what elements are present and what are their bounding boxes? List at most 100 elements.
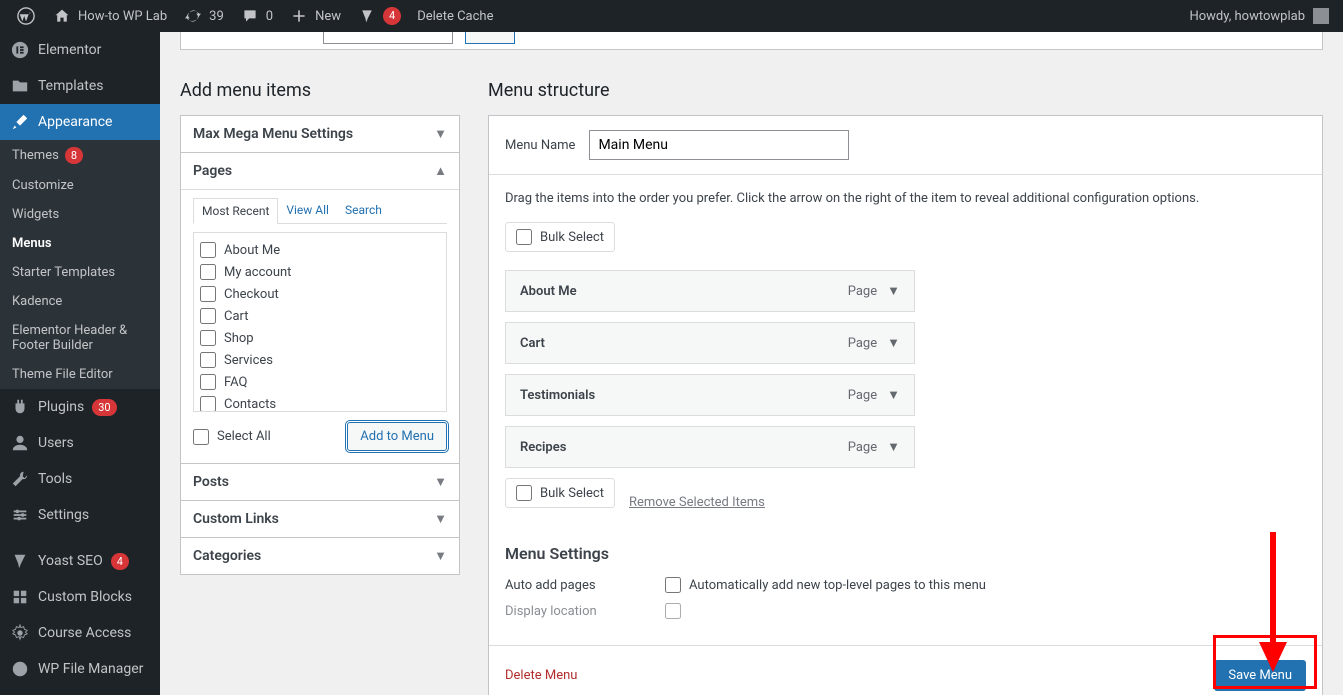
checkbox[interactable]	[200, 352, 216, 368]
page-check-faq[interactable]: FAQ	[200, 371, 440, 393]
page-check-contacts[interactable]: Contacts	[200, 393, 440, 412]
appearance-submenu: Themes 8 Customize Widgets Menus Starter…	[0, 140, 160, 389]
yoast-icon	[357, 6, 377, 26]
metabox-pages: Pages▲ Most Recent View All Search About…	[180, 152, 460, 464]
sidebar-item-appearance[interactable]: Appearance	[0, 104, 160, 140]
updates-link[interactable]: 39	[175, 0, 232, 32]
sidebar-item-plugins[interactable]: Plugins 30	[0, 389, 160, 425]
checkbox[interactable]	[516, 229, 532, 245]
settings-icon	[10, 505, 30, 525]
metabox-posts-header[interactable]: Posts▼	[181, 464, 459, 500]
menu-name-input[interactable]	[589, 130, 849, 160]
page-check-about-me[interactable]: About Me	[200, 239, 440, 261]
new-link[interactable]: New	[281, 0, 349, 32]
sidebar-item-tools[interactable]: Tools	[0, 461, 160, 497]
delete-menu-link[interactable]: Delete Menu	[505, 668, 577, 683]
remove-selected-link[interactable]: Remove Selected Items	[629, 495, 765, 510]
chevron-down-icon: ▼	[434, 126, 447, 142]
metabox-megamenu: Max Mega Menu Settings▼	[180, 115, 460, 153]
yoast-count-badge: 4	[111, 553, 129, 570]
refresh-icon	[183, 6, 203, 26]
bulk-select-top[interactable]: Bulk Select	[505, 222, 615, 252]
checkbox[interactable]	[193, 429, 209, 445]
checkbox[interactable]	[200, 286, 216, 302]
sidebar-sub-themes[interactable]: Themes 8	[0, 140, 160, 171]
chevron-down-icon[interactable]: ▼	[887, 335, 900, 351]
sidebar-label: Tools	[38, 471, 72, 487]
page-check-my-account[interactable]: My account	[200, 261, 440, 283]
admin-sidebar: Elementor Templates Appearance Themes 8 …	[0, 32, 160, 695]
sidebar-sub-customize[interactable]: Customize	[0, 171, 160, 200]
truncated-button1[interactable]	[323, 32, 453, 44]
metabox-custom-links-header[interactable]: Custom Links▼	[181, 501, 459, 537]
truncated-button2[interactable]	[465, 32, 515, 44]
metabox-custom-links: Custom Links▼	[180, 500, 460, 538]
comments-link[interactable]: 0	[232, 0, 281, 32]
checkbox[interactable]	[200, 330, 216, 346]
sidebar-item-yoast[interactable]: Yoast SEO 4	[0, 543, 160, 579]
metabox-pages-header[interactable]: Pages▲	[181, 153, 459, 189]
yoast-bar-link[interactable]: 4	[349, 0, 409, 32]
page-check-shop[interactable]: Shop	[200, 327, 440, 349]
metabox-categories-header[interactable]: Categories▼	[181, 538, 459, 574]
plugins-count-badge: 30	[92, 399, 116, 416]
page-check-cart[interactable]: Cart	[200, 305, 440, 327]
howdy-text: Howdy, howtowplab	[1189, 9, 1305, 24]
checkbox[interactable]	[665, 603, 681, 619]
page-check-checkout[interactable]: Checkout	[200, 283, 440, 305]
menu-item-cart[interactable]: CartPage▼	[505, 322, 915, 364]
save-menu-button[interactable]: Save Menu	[1214, 660, 1306, 691]
checkbox[interactable]	[200, 374, 216, 390]
menu-item-about-me[interactable]: About MePage▼	[505, 270, 915, 312]
home-icon	[52, 6, 72, 26]
chevron-down-icon: ▼	[434, 474, 447, 490]
sidebar-item-users[interactable]: Users	[0, 425, 160, 461]
sidebar-label: WP File Manager	[38, 661, 143, 677]
delete-cache-link[interactable]: Delete Cache	[409, 0, 501, 32]
select-all-check[interactable]: Select All	[193, 426, 271, 448]
sidebar-item-settings[interactable]: Settings	[0, 497, 160, 533]
menu-header: Menu Name	[489, 116, 1322, 175]
sidebar-sub-widgets[interactable]: Widgets	[0, 200, 160, 229]
checkbox[interactable]	[200, 242, 216, 258]
sidebar-item-templates[interactable]: Templates	[0, 68, 160, 104]
page-check-services[interactable]: Services	[200, 349, 440, 371]
display-location-option[interactable]	[665, 603, 681, 619]
metabox-megamenu-header[interactable]: Max Mega Menu Settings▼	[181, 116, 459, 152]
chevron-down-icon[interactable]: ▼	[887, 439, 900, 455]
checkbox[interactable]	[200, 396, 216, 412]
chevron-down-icon[interactable]: ▼	[887, 387, 900, 403]
pages-checklist[interactable]: About Me My account Checkout Cart Shop S…	[193, 232, 447, 412]
sidebar-item-course-access[interactable]: Course Access	[0, 615, 160, 651]
add-to-menu-button[interactable]: Add to Menu	[347, 422, 447, 451]
sidebar-item-wp-file-manager[interactable]: WP File Manager	[0, 651, 160, 687]
tab-search[interactable]: Search	[337, 198, 390, 223]
chevron-down-icon[interactable]: ▼	[887, 283, 900, 299]
sidebar-sub-starter[interactable]: Starter Templates	[0, 258, 160, 287]
auto-add-option[interactable]: Automatically add new top-level pages to…	[665, 577, 986, 593]
checkbox[interactable]	[665, 577, 681, 593]
sidebar-label: Settings	[38, 507, 89, 523]
instructions-text: Drag the items into the order you prefer…	[505, 191, 1306, 206]
comment-icon	[240, 6, 260, 26]
menu-item-recipes[interactable]: RecipesPage▼	[505, 426, 915, 468]
sidebar-item-custom-blocks[interactable]: Custom Blocks	[0, 579, 160, 615]
tab-view-all[interactable]: View All	[278, 198, 337, 223]
checkbox[interactable]	[516, 485, 532, 501]
tab-most-recent[interactable]: Most Recent	[193, 198, 278, 224]
site-name-link[interactable]: How-to WP Lab	[44, 0, 175, 32]
chevron-down-icon: ▼	[434, 548, 447, 564]
sidebar-sub-kadence[interactable]: Kadence	[0, 287, 160, 316]
setting-auto-add: Auto add pages Automatically add new top…	[505, 577, 1306, 593]
my-account[interactable]: Howdy, howtowplab	[1189, 8, 1335, 24]
menu-item-testimonials[interactable]: TestimonialsPage▼	[505, 374, 915, 416]
chevron-up-icon: ▲	[434, 163, 447, 179]
checkbox[interactable]	[200, 308, 216, 324]
sidebar-item-elementor[interactable]: Elementor	[0, 32, 160, 68]
sidebar-sub-tfe[interactable]: Theme File Editor	[0, 360, 160, 389]
checkbox[interactable]	[200, 264, 216, 280]
sidebar-sub-ehfb[interactable]: Elementor Header & Footer Builder	[0, 316, 160, 360]
bulk-select-bottom[interactable]: Bulk Select	[505, 478, 615, 508]
sidebar-sub-menus[interactable]: Menus	[0, 229, 160, 258]
wp-logo[interactable]	[8, 0, 44, 32]
